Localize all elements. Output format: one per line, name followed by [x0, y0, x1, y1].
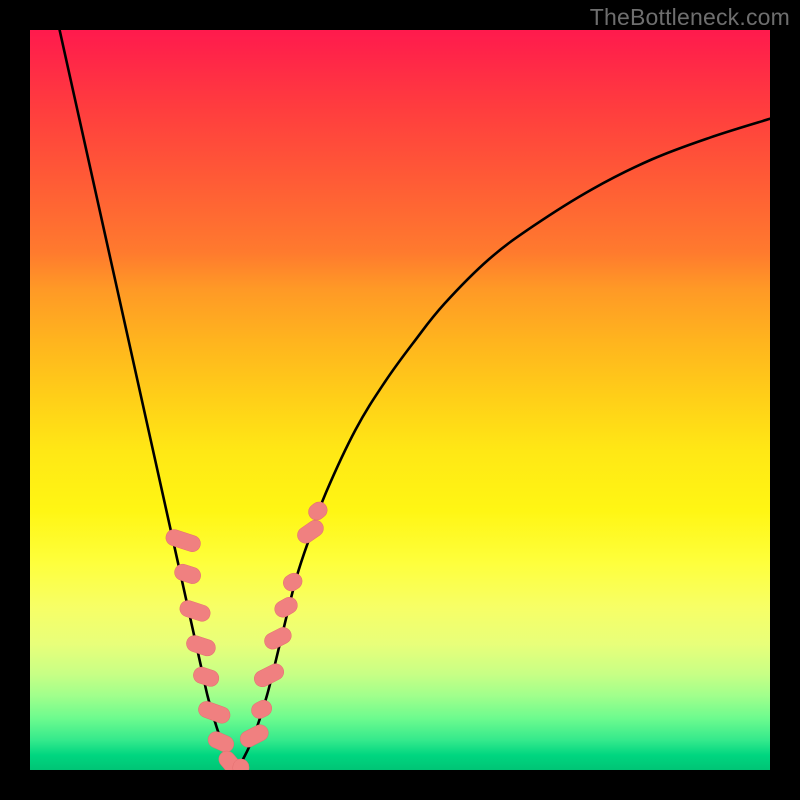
- chart-frame: TheBottleneck.com: [0, 0, 800, 800]
- chart-plot-area: [30, 30, 770, 770]
- watermark-text: TheBottleneck.com: [590, 4, 790, 31]
